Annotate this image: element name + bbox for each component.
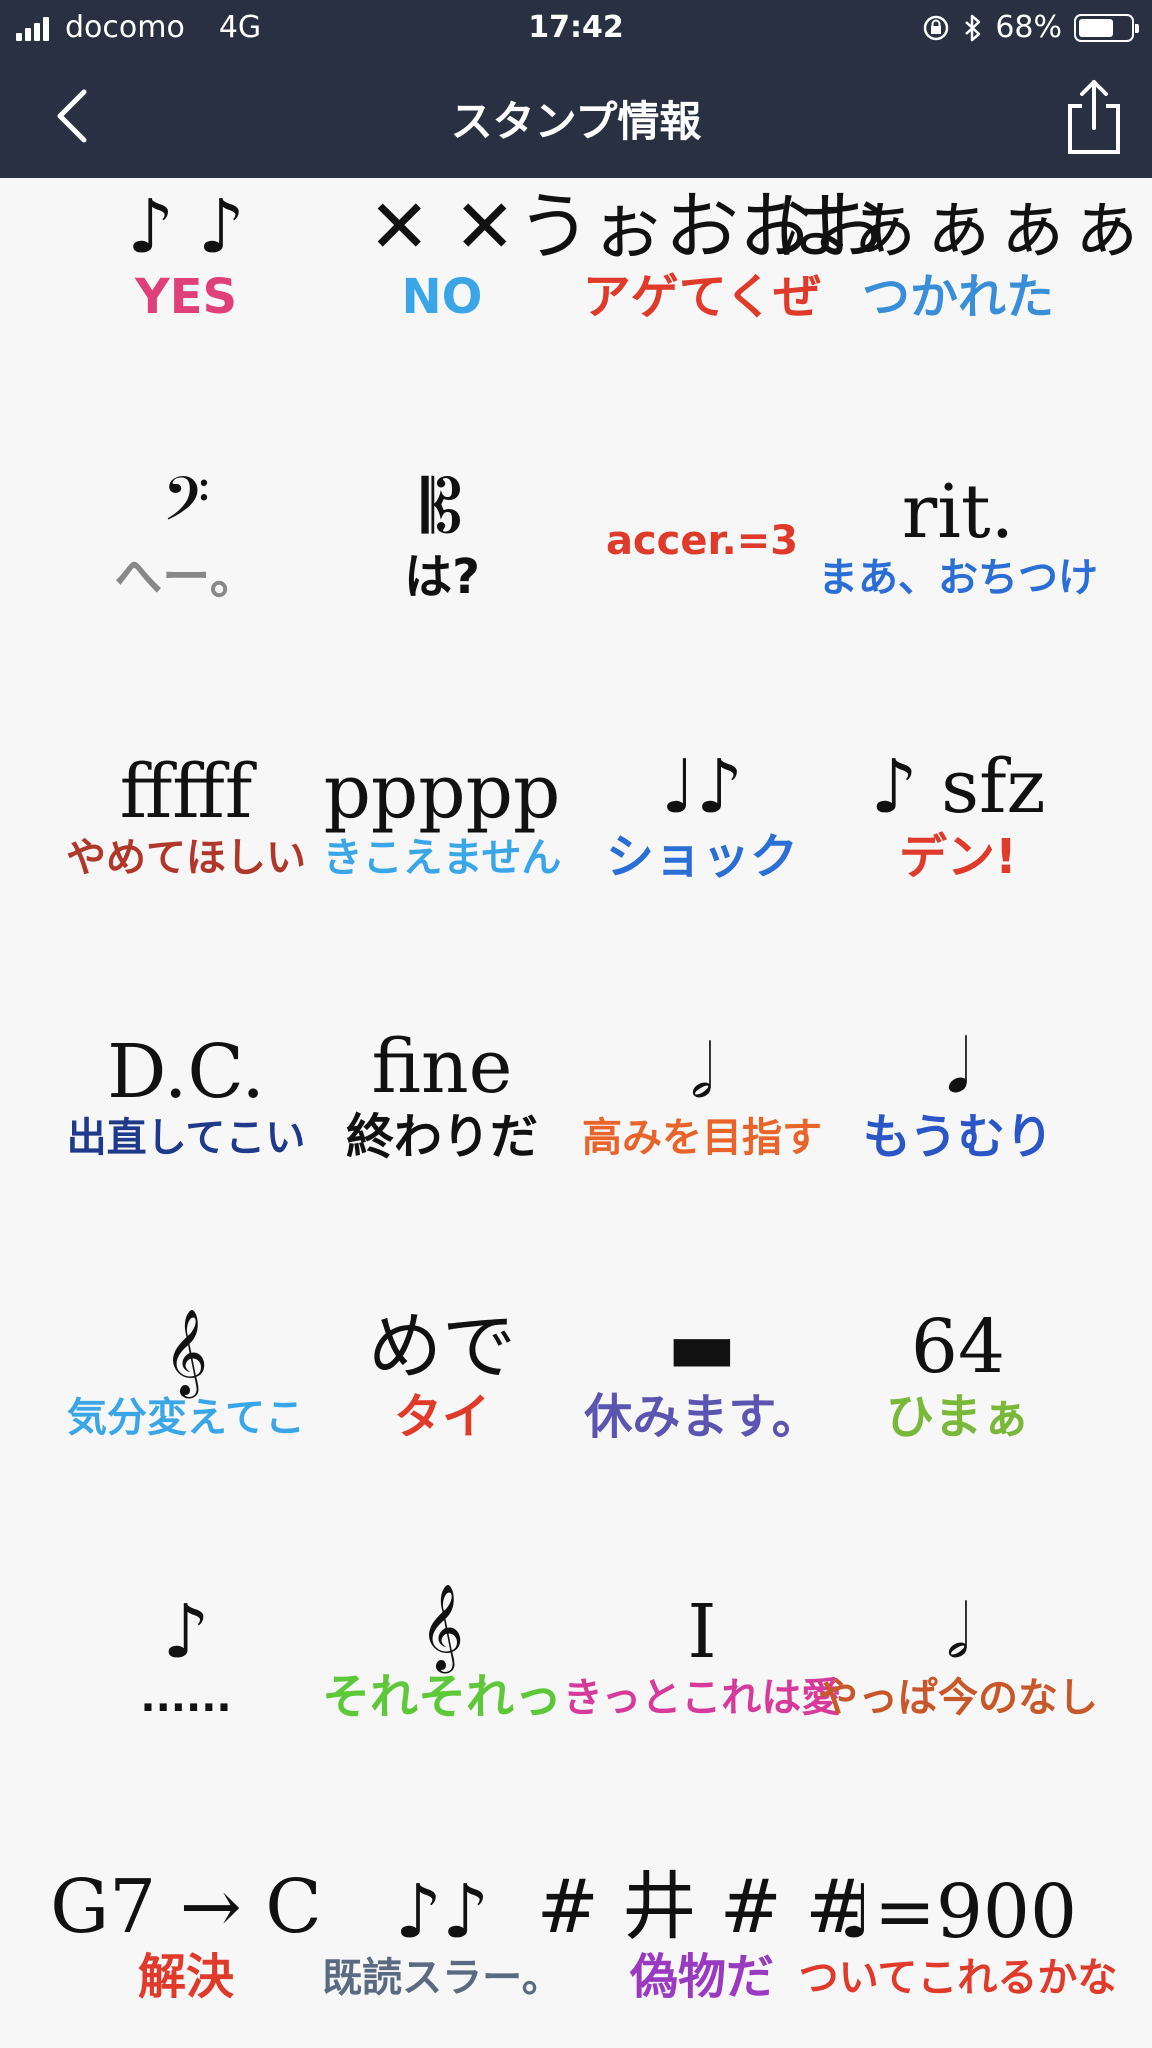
sticker-symbol: 𝅗𝅥	[690, 1029, 714, 1115]
sticker-label: accer.=3	[605, 518, 799, 564]
battery-percentage: 68%	[995, 10, 1062, 45]
sticker-item[interactable]: 𝄞 それそれっ	[322, 1548, 562, 1768]
navigation-bar: スタンプ情報	[0, 58, 1152, 178]
sticker-label: ついてこれるかな	[798, 1955, 1118, 2001]
sticker-symbol: はぁぁぁぁ	[773, 184, 1143, 271]
sticker-item[interactable]: ppppp きこえません	[322, 708, 562, 928]
sticker-label: 出直してこい	[66, 1115, 306, 1161]
sticker-grid: ♪ ♪ YES ✕ ✕ NO うぉおおお アゲてくぜ はぁぁぁぁ つかれた 𝄢 へー。 𝄡 は? acc…	[0, 178, 1152, 2048]
sticker-item[interactable]: ▬ 休みます。	[582, 1268, 822, 1488]
sticker-label: 解決	[137, 1949, 234, 2006]
status-bar: docomo 4G 17:42 68%	[0, 0, 1152, 58]
sticker-label: きっとこれは愛	[562, 1675, 842, 1721]
sticker-symbol: fine	[371, 1024, 513, 1111]
sticker-label: ひまぁ	[885, 1389, 1030, 1446]
sticker-item[interactable]: めで タイ	[322, 1268, 562, 1488]
sticker-item[interactable]: # 井 # # 偽物だ	[537, 1828, 868, 2048]
page-title: スタンプ情報	[450, 97, 702, 146]
sticker-symbol: ▬	[667, 1304, 737, 1391]
sticker-symbol: 𝄢	[162, 464, 210, 551]
sticker-symbol: 𝄞	[420, 1584, 464, 1671]
sticker-item[interactable]: ♪ sfz デン!	[838, 708, 1078, 928]
sticker-item[interactable]: G7 → C 解決	[50, 1828, 322, 2048]
sticker-item[interactable]: 𝅗𝅥 やっぱ今のなし	[818, 1548, 1098, 1768]
sticker-label: 偽物だ	[629, 1949, 774, 2006]
sticker-symbol: めで	[368, 1304, 516, 1391]
sticker-symbol: I	[687, 1589, 717, 1675]
bluetooth-icon	[965, 14, 981, 41]
sticker-symbol: 𝅗𝅥	[946, 1589, 970, 1675]
sticker-symbol: ♩♪	[660, 744, 744, 831]
sticker-symbol: ♪ ♪	[127, 184, 245, 271]
sticker-item[interactable]: ♪......	[66, 1548, 306, 1768]
sticker-item[interactable]: ♩=900 ついてこれるかな	[799, 1828, 1118, 2048]
sticker-item[interactable]: 𝅘𝅥 もうむり	[838, 988, 1078, 1208]
sticker-item[interactable]: 𝄢 へー。	[66, 428, 306, 648]
sticker-item[interactable]: fffff やめてほしい	[66, 708, 306, 928]
sticker-symbol: ♪	[162, 1589, 210, 1675]
sticker-label: は?	[404, 549, 480, 606]
sticker-item[interactable]: 𝄡 は?	[322, 428, 562, 648]
sticker-label: へー。	[114, 549, 258, 606]
sticker-label: 休みます。	[584, 1389, 820, 1446]
sticker-symbol: 𝄡	[421, 464, 463, 551]
sticker-label: 既読スラー。	[322, 1955, 562, 2001]
sticker-item[interactable]: 𝄞 気分変えてこ	[66, 1268, 306, 1488]
sticker-label: タイ	[393, 1389, 490, 1446]
sticker-symbol: 64	[910, 1304, 1006, 1391]
sticker-item[interactable]: accer.=3	[582, 428, 822, 648]
battery-icon	[1074, 13, 1139, 42]
sticker-label: デン!	[899, 829, 1017, 886]
sticker-item[interactable]: rit. まあ、おちつけ	[818, 428, 1098, 648]
sticker-label: まあ、おちつけ	[818, 555, 1098, 601]
battery-level	[1079, 18, 1113, 37]
sticker-symbol: ✕ ✕	[368, 184, 516, 271]
sticker-symbol: 𝅘𝅥	[946, 1024, 970, 1111]
sticker-label: YES	[134, 269, 238, 326]
sticker-symbol: # 井 # #	[536, 1864, 868, 1951]
sticker-label: ......	[140, 1675, 232, 1721]
sticker-label: アゲてくぜ	[582, 269, 822, 326]
sticker-symbol: fffff	[119, 749, 253, 835]
sticker-item[interactable]: ♪ ♪ YES	[66, 178, 306, 368]
sticker-symbol: D.C.	[107, 1029, 265, 1115]
rotation-lock-icon	[924, 15, 949, 40]
sticker-symbol: ♩=900	[838, 1869, 1078, 1955]
sticker-label: NO	[401, 269, 483, 326]
sticker-label: ショック	[605, 829, 798, 886]
sticker-item[interactable]: D.C. 出直してこい	[66, 988, 306, 1208]
sticker-label: 終わりだ	[345, 1109, 538, 1166]
sticker-item[interactable]: はぁぁぁぁ つかれた	[773, 178, 1143, 368]
top-bar: docomo 4G 17:42 68% スタンプ情報	[0, 0, 1152, 178]
share-icon[interactable]	[1064, 76, 1124, 156]
sticker-symbol: rit.	[901, 469, 1015, 555]
sticker-label: それそれっ	[322, 1669, 563, 1726]
sticker-symbol: ppppp	[323, 749, 561, 835]
sticker-item[interactable]: ♩♪ ショック	[582, 708, 822, 928]
sticker-symbol: ♪♪	[394, 1869, 490, 1955]
sticker-item[interactable]: fine 終わりだ	[322, 988, 562, 1208]
sticker-label: きこえません	[322, 835, 562, 881]
sticker-item[interactable]: 𝅗𝅥 高みを目指す	[582, 988, 822, 1208]
sticker-symbol: 𝄞	[164, 1309, 208, 1395]
sticker-symbol: ♪ sfz	[870, 744, 1046, 831]
sticker-symbol: G7 → C	[50, 1864, 322, 1951]
sticker-label: もうむり	[862, 1109, 1054, 1166]
sticker-label: 高みを目指す	[582, 1115, 822, 1161]
sticker-label: 気分変えてこ	[67, 1395, 305, 1441]
sticker-item[interactable]: 64 ひまぁ	[838, 1268, 1078, 1488]
sticker-item[interactable]: I きっとこれは愛	[563, 1548, 841, 1768]
sticker-item[interactable]: ♪♪ 既読スラー。	[322, 1828, 562, 2048]
sticker-label: やっぱ今のなし	[818, 1675, 1098, 1721]
sticker-label: つかれた	[861, 269, 1054, 326]
sticker-label: やめてほしい	[66, 835, 306, 881]
